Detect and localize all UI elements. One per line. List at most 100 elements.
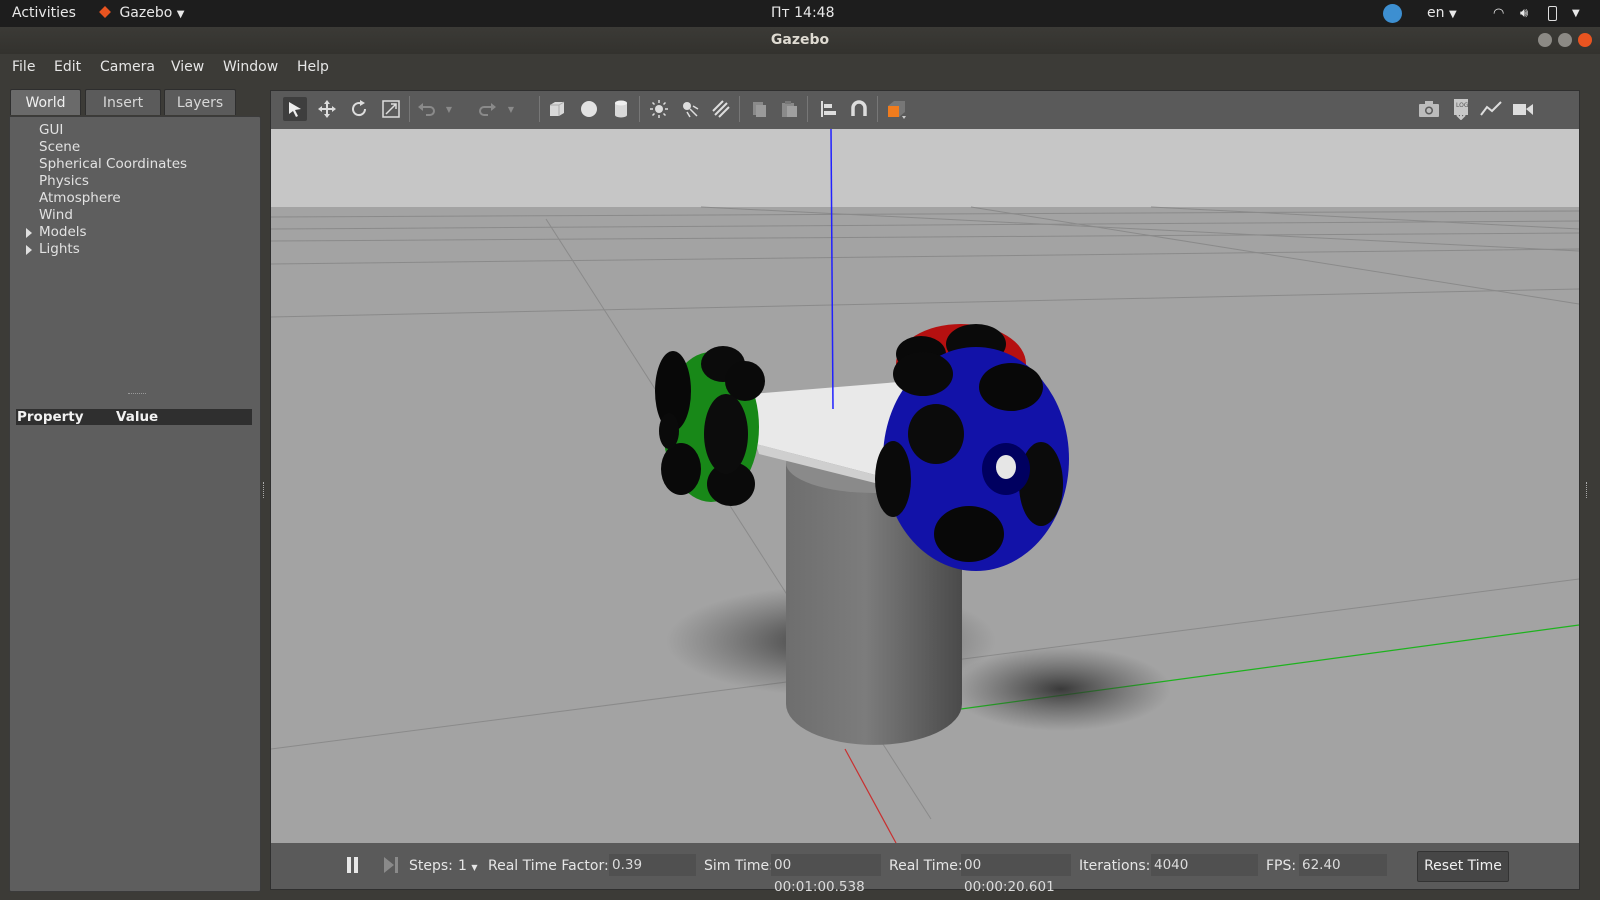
splitter-handle[interactable] bbox=[128, 393, 146, 394]
real-time-field: 00 00:00:20.601 bbox=[961, 854, 1071, 895]
tree-item-models[interactable]: Models bbox=[39, 224, 87, 241]
tab-layers[interactable]: Layers bbox=[164, 89, 236, 115]
redo-history-chevron-icon[interactable]: ▼ bbox=[505, 97, 517, 121]
tree-item-scene[interactable]: Scene bbox=[39, 139, 80, 156]
system-top-bar: Activities Gazebo ▼ Пт 14:48 en ▼ ◠ 🔊︎ ▼ bbox=[0, 0, 1600, 27]
property-column-header: Property bbox=[17, 409, 84, 425]
tree-item-spherical-coordinates[interactable]: Spherical Coordinates bbox=[39, 156, 187, 173]
system-menu-chevron-icon[interactable]: ▼ bbox=[1572, 5, 1580, 22]
real-time-factor-field: 0.39 bbox=[609, 854, 696, 876]
toolbar: ▼ ▼ LOG bbox=[271, 91, 1579, 129]
toolbar-separator bbox=[639, 96, 640, 122]
step-icon-bar bbox=[395, 857, 398, 873]
tab-insert[interactable]: Insert bbox=[85, 89, 161, 115]
steps-label: Steps: bbox=[409, 858, 453, 874]
real-time-factor-label: Real Time Factor: bbox=[488, 858, 609, 874]
rotate-icon[interactable] bbox=[347, 97, 371, 121]
video-record-icon[interactable] bbox=[1511, 97, 1535, 121]
maximize-button[interactable] bbox=[1558, 33, 1572, 47]
redo-icon[interactable] bbox=[475, 97, 499, 121]
activities-button[interactable]: Activities bbox=[12, 5, 76, 22]
app-menu[interactable]: Gazebo ▼ bbox=[99, 5, 184, 23]
panel-splitter[interactable] bbox=[263, 482, 265, 498]
spot-light-icon[interactable] bbox=[678, 97, 702, 121]
toolbar-separator bbox=[739, 96, 740, 122]
simulation-controls: Steps: 1 ▼ Real Time Factor: 0.39 Sim Ti… bbox=[271, 843, 1579, 895]
scene-render bbox=[271, 129, 1579, 843]
left-panel: World Insert Layers GUI Scene Spherical … bbox=[9, 88, 261, 892]
step-icon[interactable] bbox=[384, 857, 394, 873]
clock[interactable]: Пт 14:48 bbox=[771, 5, 834, 22]
box-icon[interactable] bbox=[545, 97, 569, 121]
expand-arrow-icon[interactable] bbox=[26, 228, 32, 238]
paste-icon[interactable] bbox=[777, 97, 801, 121]
directional-light-icon[interactable] bbox=[709, 97, 733, 121]
sim-time-label: Sim Time: bbox=[704, 858, 774, 874]
undo-icon[interactable] bbox=[415, 97, 439, 121]
language-selector[interactable]: en ▼ bbox=[1427, 5, 1457, 23]
sphere-icon[interactable] bbox=[577, 97, 601, 121]
sky bbox=[271, 129, 1579, 207]
app-name: Gazebo bbox=[119, 5, 173, 21]
chevron-down-icon: ▼ bbox=[1448, 9, 1457, 20]
cylinder-icon[interactable] bbox=[609, 97, 633, 121]
expand-arrow-icon[interactable] bbox=[26, 245, 32, 255]
window-title: Gazebo bbox=[770, 32, 830, 48]
fps-label: FPS: bbox=[1266, 858, 1297, 874]
menu-edit[interactable]: Edit bbox=[54, 59, 81, 75]
undo-history-chevron-icon[interactable]: ▼ bbox=[443, 97, 455, 121]
right-panel-splitter[interactable] bbox=[1586, 482, 1588, 498]
pause-icon[interactable] bbox=[347, 857, 351, 873]
screenshot-icon[interactable] bbox=[1417, 97, 1441, 121]
tab-world[interactable]: World bbox=[10, 89, 81, 115]
align-icon[interactable] bbox=[817, 97, 841, 121]
toolbar-separator bbox=[877, 96, 878, 122]
volume-icon[interactable]: 🔊︎ bbox=[1520, 5, 1528, 22]
green-wheel bbox=[655, 346, 765, 506]
select-icon[interactable] bbox=[283, 97, 307, 121]
chevron-down-icon: ▼ bbox=[471, 863, 478, 872]
pause-icon-bar bbox=[354, 857, 358, 873]
snap-icon[interactable] bbox=[847, 97, 871, 121]
point-light-icon[interactable] bbox=[647, 97, 671, 121]
wifi-icon[interactable]: ◠ bbox=[1493, 5, 1504, 22]
window-title-bar: Gazebo bbox=[0, 27, 1600, 54]
reset-time-button[interactable]: Reset Time bbox=[1417, 851, 1509, 882]
menu-window[interactable]: Window bbox=[223, 59, 278, 75]
steps-value: 1 bbox=[458, 858, 467, 874]
sim-time-field: 00 00:01:00.538 bbox=[771, 854, 881, 895]
log-icon[interactable]: LOG bbox=[1449, 97, 1473, 121]
chevron-down-icon: ▼ bbox=[176, 9, 185, 20]
language-label: en bbox=[1427, 5, 1445, 21]
world-tree: GUI Scene Spherical Coordinates Physics … bbox=[9, 116, 261, 892]
minimize-button[interactable] bbox=[1538, 33, 1552, 47]
menu-view[interactable]: View bbox=[171, 59, 204, 75]
close-button[interactable] bbox=[1578, 33, 1592, 47]
menu-help[interactable]: Help bbox=[297, 59, 329, 75]
view-angle-icon[interactable] bbox=[885, 97, 909, 121]
property-table-header: Property Value bbox=[16, 409, 252, 425]
menu-camera[interactable]: Camera bbox=[100, 59, 155, 75]
3d-scene[interactable] bbox=[271, 129, 1579, 843]
tree-item-wind[interactable]: Wind bbox=[39, 207, 73, 224]
gazebo-app-icon bbox=[99, 6, 111, 18]
notification-icon[interactable] bbox=[1383, 4, 1402, 23]
tree-item-physics[interactable]: Physics bbox=[39, 173, 89, 190]
steps-selector[interactable]: 1 ▼ bbox=[458, 858, 478, 876]
toolbar-separator bbox=[539, 96, 540, 122]
translate-icon[interactable] bbox=[315, 97, 339, 121]
shadow bbox=[951, 647, 1171, 731]
plot-icon[interactable] bbox=[1479, 97, 1503, 121]
tree-item-lights[interactable]: Lights bbox=[39, 241, 80, 258]
scale-icon[interactable] bbox=[379, 97, 403, 121]
iterations-field: 4040 bbox=[1151, 854, 1258, 876]
tree-item-gui[interactable]: GUI bbox=[39, 122, 63, 139]
svg-text:LOG: LOG bbox=[1456, 102, 1469, 109]
menu-bar: File Edit Camera View Window Help bbox=[0, 54, 1600, 82]
toolbar-separator bbox=[807, 96, 808, 122]
battery-icon[interactable] bbox=[1548, 6, 1557, 21]
copy-icon[interactable] bbox=[747, 97, 771, 121]
menu-file[interactable]: File bbox=[12, 59, 35, 75]
toolbar-separator bbox=[409, 96, 410, 122]
tree-item-atmosphere[interactable]: Atmosphere bbox=[39, 190, 121, 207]
